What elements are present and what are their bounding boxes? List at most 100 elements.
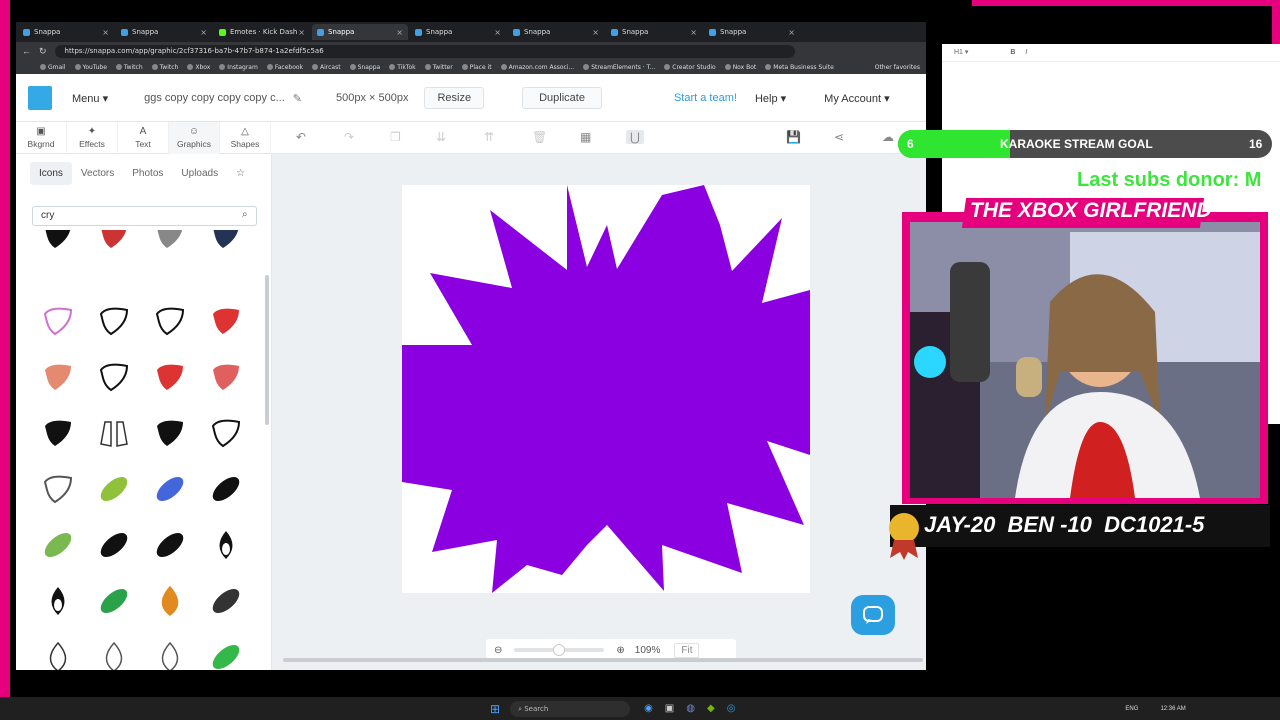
start-team-link[interactable]: Start a team! xyxy=(674,92,737,104)
browser-tab[interactable]: Emotes · Kick Dashboard× xyxy=(214,24,310,40)
clock[interactable]: 12:36 AM xyxy=(1160,706,1185,712)
bookmark-item[interactable]: Twitch xyxy=(115,64,143,71)
language-indicator[interactable]: ENG xyxy=(1125,706,1138,712)
resize-button[interactable]: Resize xyxy=(424,87,485,109)
close-icon[interactable]: × xyxy=(200,28,207,37)
url-field[interactable]: https://snappa.com/app/graphic/2cf37316-… xyxy=(54,44,795,58)
close-icon[interactable]: × xyxy=(592,28,599,37)
liver-icon[interactable] xyxy=(153,360,187,394)
close-icon[interactable]: × xyxy=(788,28,795,37)
pencil-icon[interactable]: ✎ xyxy=(293,92,302,105)
liver-outline-icon[interactable] xyxy=(41,472,75,506)
close-icon[interactable]: × xyxy=(396,28,403,37)
snappa-taskbar-icon[interactable]: ◎ xyxy=(727,703,736,714)
close-icon[interactable]: × xyxy=(494,28,501,37)
tool-shapes[interactable]: △ Shapes xyxy=(220,122,271,154)
subtab-photos[interactable]: Photos xyxy=(123,162,172,185)
close-icon[interactable]: × xyxy=(102,28,109,37)
zoom-out-icon[interactable]: ⊖ xyxy=(494,645,502,656)
subtab-uploads[interactable]: Uploads xyxy=(172,162,227,185)
liver-icon[interactable] xyxy=(41,416,75,450)
zoom-slider-knob[interactable] xyxy=(553,644,566,656)
send-backward-icon[interactable]: ⇊ xyxy=(436,130,446,144)
cucumber-icon[interactable] xyxy=(97,472,131,506)
liver-outline-icon[interactable] xyxy=(209,416,243,450)
browser-tab[interactable]: Snappa × xyxy=(312,24,408,40)
lungs-icon[interactable] xyxy=(97,416,131,450)
artboard[interactable] xyxy=(402,185,810,593)
browser-tab[interactable]: Snappa × xyxy=(116,24,212,40)
cucumber-icon[interactable] xyxy=(41,528,75,562)
duplicate-button[interactable]: Duplicate xyxy=(522,87,602,109)
fit-button[interactable]: Fit xyxy=(674,642,700,658)
onion-icon[interactable] xyxy=(153,640,187,670)
bookmark-item[interactable]: Amazon.com Associ... xyxy=(500,64,574,71)
menu-button[interactable]: Menu ▾ xyxy=(72,92,108,105)
magnet-icon[interactable]: ⋃ xyxy=(626,130,644,144)
bookmark-item[interactable]: Facebook xyxy=(266,64,303,71)
app-icon[interactable]: ▣ xyxy=(665,703,674,714)
bookmark-item[interactable]: Aircast xyxy=(312,64,341,71)
bring-forward-icon[interactable]: ⇈ xyxy=(484,130,494,144)
tool-graphics[interactable]: ☺ Graphics xyxy=(169,122,220,154)
bookmark-item[interactable]: StreamElements · T... xyxy=(583,64,655,71)
onion-icon[interactable] xyxy=(153,584,187,618)
cucumber-icon[interactable] xyxy=(97,584,131,618)
cucumber-icon[interactable] xyxy=(153,528,187,562)
subtab-vectors[interactable]: Vectors xyxy=(72,162,123,185)
grid-icon[interactable]: ▦ xyxy=(580,130,591,144)
windows-start-icon[interactable]: ⊞ xyxy=(490,702,500,716)
bold-icon[interactable]: B xyxy=(1010,49,1015,56)
other-favorites[interactable]: Other favorites xyxy=(875,64,920,71)
liver-icon[interactable] xyxy=(209,304,243,338)
nvidia-icon[interactable]: ◆ xyxy=(707,703,715,714)
help-menu[interactable]: Help ▾ xyxy=(755,92,786,105)
liver-outline-icon[interactable] xyxy=(97,360,131,394)
chat-help-button[interactable] xyxy=(851,595,895,635)
drop-icon[interactable] xyxy=(41,584,75,618)
liver-outline-icon[interactable] xyxy=(41,304,75,338)
close-icon[interactable]: × xyxy=(298,28,305,37)
bookmark-item[interactable]: Instagram xyxy=(219,64,258,71)
bookmark-item[interactable]: Twitch xyxy=(151,64,178,71)
browser-tab[interactable]: Snappa × xyxy=(18,24,114,40)
share-icon[interactable]: ⋖ xyxy=(834,130,844,144)
cucumber-icon[interactable] xyxy=(209,584,243,618)
liver-icon[interactable] xyxy=(153,416,187,450)
bookmark-item[interactable]: Place it xyxy=(461,64,492,71)
download-icon[interactable]: ☁ xyxy=(882,130,894,144)
bookmark-item[interactable]: YouTube xyxy=(74,64,107,71)
panel-scrollbar[interactable] xyxy=(265,275,269,425)
account-menu[interactable]: My Account ▾ xyxy=(824,92,889,105)
zoom-in-icon[interactable]: ⊕ xyxy=(616,645,624,656)
browser-tab[interactable]: Snappa × xyxy=(704,24,800,40)
tool-effects[interactable]: ✦ Effects xyxy=(67,122,118,154)
browser-tab[interactable]: Snappa × xyxy=(508,24,604,40)
edge-icon[interactable]: ◉ xyxy=(644,703,653,714)
onion-icon[interactable] xyxy=(97,640,131,670)
liver-icon[interactable] xyxy=(209,360,243,394)
discord-icon[interactable]: ◍ xyxy=(686,703,695,714)
tool-text[interactable]: A Text xyxy=(118,122,169,154)
taskbar-search[interactable]: ⌕ Search xyxy=(510,700,631,717)
liver-icon[interactable] xyxy=(41,360,75,394)
redo-icon[interactable]: ↷ xyxy=(344,130,354,144)
browser-tab[interactable]: Snappa × xyxy=(410,24,506,40)
onion-icon[interactable] xyxy=(41,640,75,670)
cucumber-icon[interactable] xyxy=(209,472,243,506)
tool-bkgrnd[interactable]: ▣ Bkgrnd xyxy=(16,122,67,154)
undo-icon[interactable]: ↶ xyxy=(296,130,306,144)
liver-outline-icon[interactable] xyxy=(97,304,131,338)
italic-icon[interactable]: I xyxy=(1025,49,1027,56)
close-icon[interactable]: × xyxy=(690,28,697,37)
drop-icon[interactable] xyxy=(209,528,243,562)
starburst-shape[interactable] xyxy=(402,185,810,593)
cucumber-icon[interactable] xyxy=(153,472,187,506)
bookmark-item[interactable]: TikTok xyxy=(389,64,416,71)
document-title[interactable]: ggs copy copy copy copy c... xyxy=(144,92,285,104)
liver-icon[interactable] xyxy=(97,230,131,252)
heading-select[interactable]: H1 ▾ xyxy=(954,49,968,56)
zoom-slider[interactable] xyxy=(514,644,605,656)
snappa-logo[interactable] xyxy=(28,86,52,110)
favorites-star-icon[interactable]: ☆ xyxy=(227,162,254,185)
